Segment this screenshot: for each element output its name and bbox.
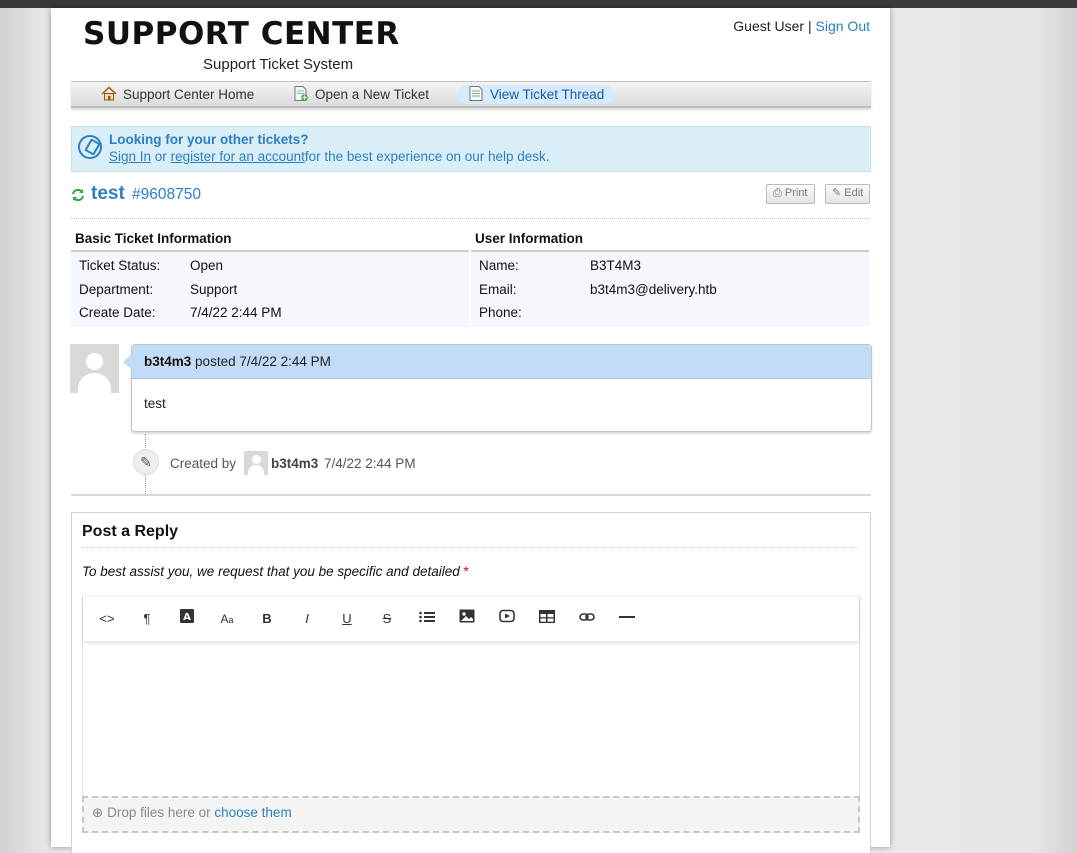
nav-label: Open a New Ticket	[315, 87, 430, 102]
info-key: Phone:	[479, 305, 522, 320]
reply-title: Post a Reply	[82, 523, 179, 540]
table-icon[interactable]	[535, 609, 559, 629]
info-value: Support	[190, 281, 238, 297]
ticket-number: #9608750	[132, 186, 201, 203]
nav-view-ticket-thread[interactable]: View Ticket Thread	[458, 85, 615, 104]
html-code-icon[interactable]: <>	[95, 609, 119, 629]
info-value: Open	[190, 258, 224, 273]
edit-icon: ✎	[832, 187, 842, 199]
nav-label: View Ticket Thread	[490, 87, 605, 102]
bold-icon[interactable]: B	[255, 609, 279, 629]
required-mark: *	[463, 564, 469, 579]
nav-support-center-home[interactable]: Support Center Home	[91, 85, 264, 104]
image-icon[interactable]	[455, 609, 479, 629]
reply-form: Post a Reply To best assist you, we requ…	[71, 512, 871, 853]
ticket-thread-icon	[468, 86, 484, 101]
divider	[71, 494, 871, 496]
info-key: Email:	[479, 281, 517, 297]
nav-label: Support Center Home	[123, 87, 255, 102]
print-label: Print	[784, 187, 808, 199]
browser-top-bar	[0, 0, 1077, 8]
magic-wand-icon: ✎	[133, 449, 159, 475]
print-button[interactable]: ⎙ Print	[766, 184, 815, 204]
print-icon: ⎙	[773, 187, 782, 199]
info-row-phone: Phone:	[471, 301, 869, 325]
info-banner: Looking for your other tickets? Sign In …	[71, 126, 871, 172]
separator: |	[807, 18, 812, 34]
info-row-status: Ticket Status: Open	[71, 254, 469, 278]
banner-tail: for the best experience on our help desk…	[304, 149, 550, 164]
main-nav: Support Center Home Open a New Ticket Vi…	[71, 81, 871, 108]
event-created-by: Created by	[170, 456, 237, 471]
register-link[interactable]: register for an account	[171, 149, 305, 164]
divider	[71, 218, 869, 219]
info-key: Department:	[79, 281, 154, 297]
svg-text:A: A	[183, 612, 191, 623]
avatar	[70, 344, 119, 393]
banner-title: Looking for your other tickets?	[109, 132, 309, 147]
video-icon[interactable]	[495, 609, 519, 629]
info-row-create-date: Create Date: 7/4/22 2:44 PM	[71, 301, 469, 325]
compass-icon	[78, 135, 102, 159]
event-user: b3t4m3	[271, 456, 319, 471]
list-icon[interactable]	[415, 609, 439, 629]
font-color-icon[interactable]: A	[175, 609, 199, 629]
upload-icon: ⊕	[92, 805, 104, 820]
edit-button[interactable]: ✎ Edit	[825, 184, 871, 204]
paragraph-icon[interactable]: ¶	[135, 609, 159, 629]
info-value: 7/4/22 2:44 PM	[190, 305, 282, 320]
banner-or: or	[154, 149, 167, 164]
info-key: Name:	[479, 258, 519, 273]
dropzone-text: Drop files here or	[107, 805, 211, 820]
info-row-email: Email: b3t4m3@delivery.htb	[471, 278, 869, 302]
guest-user-label: Guest User	[733, 18, 805, 34]
info-key: Ticket Status:	[79, 258, 161, 273]
entry-body: test	[144, 396, 166, 411]
horizontal-rule-icon[interactable]	[615, 609, 639, 629]
italic-icon[interactable]: I	[295, 609, 319, 629]
ticket-header: test #9608750 ⎙ Print ✎ Edit	[71, 182, 871, 208]
banner-message: Sign In or register for an accountfor th…	[109, 149, 550, 164]
info-row-department: Department: Support	[71, 278, 469, 302]
sign-in-link[interactable]: Sign In	[109, 149, 151, 164]
event-date: 7/4/22 2:44 PM	[324, 456, 416, 471]
site-logo[interactable]: SUPPORT CENTER Support Ticket System	[83, 16, 399, 73]
home-icon	[101, 86, 117, 101]
ticket-subject: test	[91, 183, 125, 204]
info-key: Create Date:	[79, 305, 156, 320]
thread-entry: b3t4m3 posted 7/4/22 2:44 PM test	[123, 344, 872, 432]
user-info: User Information Name: B3T4M3 Email: b3t…	[471, 228, 869, 327]
refresh-icon[interactable]	[71, 188, 85, 202]
logo-subtitle: Support Ticket System	[203, 56, 354, 73]
sign-out-link[interactable]: Sign Out	[816, 18, 870, 34]
message-editor[interactable]: <> ¶ A Aa B I U S	[82, 596, 860, 797]
editor-toolbar: <> ¶ A Aa B I U S	[83, 596, 859, 641]
basic-info-heading: Basic Ticket Information	[71, 228, 469, 252]
user-info-heading: User Information	[471, 228, 869, 252]
file-dropzone[interactable]: ⊕ Drop files here or choose them	[82, 796, 860, 833]
new-ticket-icon	[293, 86, 309, 101]
strikethrough-icon[interactable]: S	[375, 609, 399, 629]
nav-open-new-ticket[interactable]: Open a New Ticket	[283, 85, 439, 104]
edit-label: Edit	[844, 187, 864, 199]
divider	[82, 547, 858, 548]
avatar	[244, 451, 268, 475]
reply-hint: To best assist you, we request that you …	[82, 564, 469, 579]
info-value: b3t4m3@delivery.htb	[590, 281, 717, 297]
logo-title: SUPPORT CENTER	[83, 16, 400, 52]
entry-posted-word: posted	[195, 354, 236, 369]
underline-icon[interactable]: U	[335, 609, 359, 629]
user-box: Guest User | Sign Out	[733, 18, 870, 34]
hint-text: To best assist you, we request that you …	[82, 564, 460, 579]
entry-author: b3t4m3	[144, 354, 192, 369]
thread-entry-header: b3t4m3 posted 7/4/22 2:44 PM	[123, 345, 871, 379]
link-icon[interactable]	[575, 609, 599, 629]
choose-files-link[interactable]: choose them	[214, 805, 291, 820]
info-value: B3T4M3	[590, 258, 642, 273]
page-container: SUPPORT CENTER Support Ticket System Gue…	[51, 8, 890, 853]
basic-ticket-info: Basic Ticket Information Ticket Status: …	[71, 228, 469, 327]
info-row-name: Name: B3T4M3	[471, 254, 869, 278]
font-size-icon[interactable]: Aa	[215, 609, 239, 629]
entry-date: 7/4/22 2:44 PM	[239, 354, 331, 369]
